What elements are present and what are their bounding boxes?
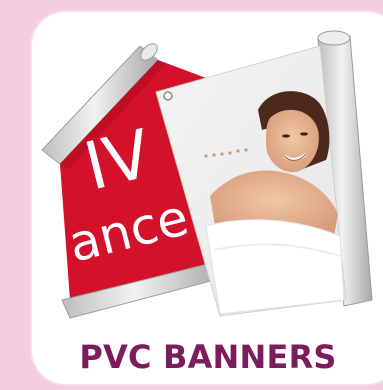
page-frame: IV ance PVC BANNERS — [0, 0, 383, 390]
banner-illustration: IV ance — [41, 30, 373, 319]
product-title[interactable]: PVC BANNERS — [0, 338, 383, 376]
